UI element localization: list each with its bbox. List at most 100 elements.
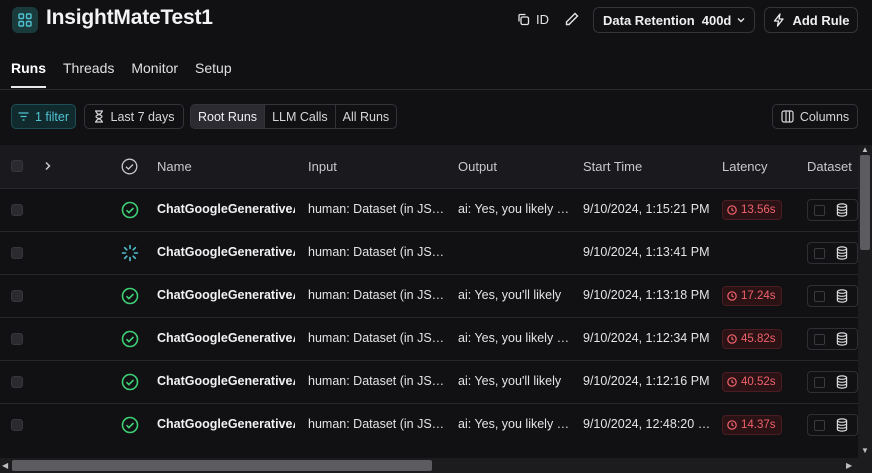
dataset-checkbox[interactable] — [814, 291, 825, 302]
latency-badge: 13.56s — [722, 200, 782, 220]
dataset-checkbox[interactable] — [814, 377, 825, 388]
dataset-cell[interactable] — [807, 414, 858, 436]
table-row[interactable]: ChatGoogleGenerativeAI human: Dataset (i… — [0, 231, 858, 274]
database-icon[interactable] — [836, 375, 848, 389]
run-input: human: Dataset (in JSON format): — [308, 374, 448, 388]
table-row[interactable]: ChatGoogleGenerativeAI human: Dataset (i… — [0, 403, 858, 446]
run-name[interactable]: ChatGoogleGenerativeAI — [157, 331, 295, 345]
scroll-down-arrow-icon[interactable]: ▼ — [861, 446, 869, 455]
database-icon[interactable] — [836, 332, 848, 346]
table-row[interactable]: ChatGoogleGenerativeAI human: Dataset (i… — [0, 360, 858, 403]
row-checkbox[interactable] — [11, 333, 23, 345]
run-start-time: 9/10/2024, 1:13:41 PM — [583, 245, 710, 259]
tab-runs[interactable]: Runs — [11, 58, 46, 88]
scroll-up-arrow-icon[interactable]: ▲ — [861, 145, 869, 154]
clock-icon — [727, 291, 737, 301]
dataset-cell[interactable] — [807, 371, 858, 393]
filter-button[interactable]: 1 filter — [11, 104, 76, 129]
latency-badge: 45.82s — [722, 329, 782, 349]
column-header-start-time[interactable]: Start Time — [583, 159, 642, 174]
row-checkbox[interactable] — [11, 290, 23, 302]
select-all-checkbox[interactable] — [11, 160, 23, 172]
time-range-button[interactable]: Last 7 days — [84, 104, 184, 129]
dataset-checkbox[interactable] — [814, 205, 825, 216]
tab-setup[interactable]: Setup — [195, 58, 232, 88]
latency-value: 40.52s — [741, 376, 776, 388]
row-checkbox[interactable] — [11, 204, 23, 216]
column-header-output[interactable]: Output — [458, 159, 497, 174]
expand-chevron-icon[interactable] — [44, 161, 52, 171]
vertical-scroll-thumb[interactable] — [860, 155, 870, 250]
database-icon[interactable] — [836, 203, 848, 217]
hourglass-icon — [94, 110, 103, 123]
pencil-icon — [565, 12, 579, 26]
scroll-left-arrow-icon[interactable]: ◀ — [2, 461, 8, 470]
segment-root-runs[interactable]: Root Runs — [191, 105, 266, 128]
row-checkbox[interactable] — [11, 247, 23, 259]
run-start-time: 9/10/2024, 1:12:34 PM — [583, 331, 710, 345]
dataset-cell[interactable] — [807, 328, 858, 350]
tab-bar: Runs Threads Monitor Setup — [0, 58, 249, 90]
segment-llm-calls[interactable]: LLM Calls — [265, 105, 336, 128]
filter-label: 1 filter — [34, 109, 70, 124]
dataset-cell[interactable] — [807, 285, 858, 307]
clock-icon — [727, 205, 737, 215]
scroll-right-arrow-icon[interactable]: ▶ — [846, 461, 852, 470]
dataset-cell[interactable] — [807, 242, 858, 264]
column-header-dataset[interactable]: Dataset — [807, 159, 852, 174]
run-type-segmented-control: Root Runs LLM Calls All Runs — [190, 104, 398, 129]
page-title: InsightMateTest1 — [46, 6, 213, 29]
run-name[interactable]: ChatGoogleGenerativeAI — [157, 417, 295, 431]
dataset-checkbox[interactable] — [814, 248, 825, 259]
run-start-time: 9/10/2024, 1:12:16 PM — [583, 374, 710, 388]
latency-value: 14.37s — [741, 419, 776, 431]
run-start-time: 9/10/2024, 1:15:21 PM — [583, 202, 710, 216]
table-row[interactable]: ChatGoogleGenerativeAI human: Dataset (i… — [0, 317, 858, 360]
table-row[interactable]: ChatGoogleGenerativeAI human: Dataset (i… — [0, 274, 858, 317]
database-icon[interactable] — [836, 418, 848, 432]
run-start-time: 9/10/2024, 1:13:18 PM — [583, 288, 710, 302]
tab-monitor[interactable]: Monitor — [131, 58, 178, 88]
horizontal-scrollbar[interactable]: ◀ ▶ — [0, 458, 872, 473]
filter-icon — [18, 112, 29, 121]
dataset-checkbox[interactable] — [814, 334, 825, 345]
run-name[interactable]: ChatGoogleGenerativeAI — [157, 245, 295, 259]
column-header-latency[interactable]: Latency — [722, 159, 768, 174]
column-header-name[interactable]: Name — [157, 159, 192, 174]
tabs-divider — [0, 89, 872, 90]
loading-spinner-icon — [121, 244, 139, 262]
database-icon[interactable] — [836, 246, 848, 260]
columns-button[interactable]: Columns — [772, 104, 858, 129]
success-check-icon — [121, 287, 139, 305]
table-header: Name Input Output Start Time Latency Dat… — [0, 145, 858, 188]
database-icon[interactable] — [836, 289, 848, 303]
vertical-scrollbar[interactable]: ▲ ▼ — [858, 145, 872, 458]
data-retention-dropdown[interactable]: Data Retention 400d — [593, 7, 755, 33]
copy-id-button[interactable]: ID — [517, 8, 549, 30]
columns-label: Columns — [799, 109, 850, 124]
run-input: human: Dataset (in JSON format): — [308, 331, 448, 345]
run-input: human: Dataset (in JSON format): — [308, 202, 448, 216]
time-range-label: Last 7 days — [110, 109, 175, 124]
edit-button[interactable] — [560, 7, 584, 31]
dataset-checkbox[interactable] — [814, 420, 825, 431]
dataset-cell[interactable] — [807, 199, 858, 221]
latency-badge: 14.37s — [722, 415, 782, 435]
row-checkbox[interactable] — [11, 419, 23, 431]
row-checkbox[interactable] — [11, 376, 23, 388]
run-name[interactable]: ChatGoogleGenerativeAI — [157, 288, 295, 302]
column-header-input[interactable]: Input — [308, 159, 337, 174]
tab-threads[interactable]: Threads — [63, 58, 114, 88]
chevron-down-icon — [737, 18, 745, 23]
run-input: human: Dataset (in JSON format): — [308, 245, 448, 259]
run-output: ai: Yes, you likely can — [458, 331, 573, 345]
table-row[interactable]: ChatGoogleGenerativeAI human: Dataset (i… — [0, 188, 858, 231]
copy-icon — [518, 13, 530, 25]
columns-icon — [781, 110, 794, 123]
add-rule-label: Add Rule — [792, 12, 850, 28]
horizontal-scroll-thumb[interactable] — [12, 460, 432, 471]
segment-all-runs[interactable]: All Runs — [336, 105, 397, 128]
run-name[interactable]: ChatGoogleGenerativeAI — [157, 374, 295, 388]
run-name[interactable]: ChatGoogleGenerativeAI — [157, 202, 295, 216]
add-rule-button[interactable]: Add Rule — [764, 7, 858, 33]
